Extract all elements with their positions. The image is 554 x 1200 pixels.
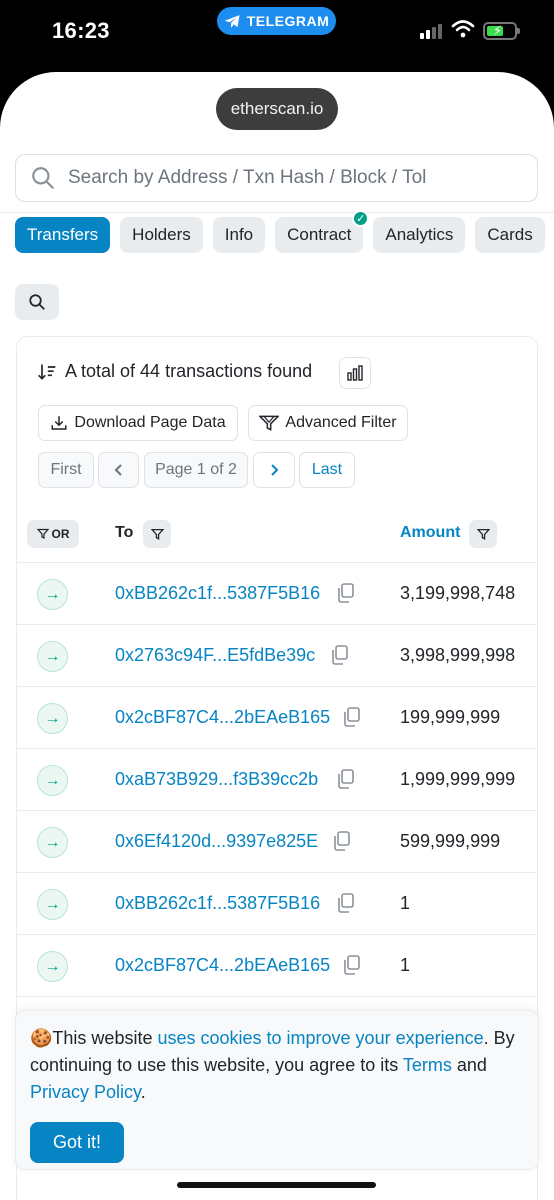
amount-filter-button[interactable]: [469, 520, 497, 548]
summary-text: A total of 44 transactions found: [65, 361, 313, 381]
amount-value: 599,999,999: [400, 831, 501, 851]
token-tabs: Transfers Holders Info Contract ✓ Analyt…: [15, 210, 545, 253]
copy-icon[interactable]: [343, 955, 361, 975]
or-label: OR: [51, 527, 70, 541]
arrow-right-icon: →: [37, 951, 68, 982]
chart-icon: [347, 365, 363, 381]
or-filter-button[interactable]: OR: [27, 520, 79, 548]
return-to-telegram-pill[interactable]: TELEGRAM: [217, 7, 336, 35]
to-address-link[interactable]: 0x2763c94F...E5fdBe39c: [115, 645, 315, 666]
arrow-right-icon: →: [37, 703, 68, 734]
table-row: → 0x2cBF87C4...2bEAeB165 1: [17, 935, 537, 997]
cellular-signal-icon: [420, 24, 442, 39]
to-address-link[interactable]: 0x2cBF87C4...2bEAeB165: [115, 955, 330, 976]
to-address-link[interactable]: 0x2cBF87C4...2bEAeB165: [115, 707, 330, 728]
table-row: → 0xBB262c1f...5387F5B16 3,199,998,748: [17, 563, 537, 625]
arrow-right-icon: →: [37, 827, 68, 858]
to-address-link[interactable]: 0xBB262c1f...5387F5B16: [115, 583, 320, 604]
filter-label: Advanced Filter: [285, 414, 397, 431]
return-app-label: TELEGRAM: [246, 13, 330, 29]
column-amount-header[interactable]: Amount: [400, 524, 460, 542]
amount-value: 1,999,999,999: [400, 769, 516, 789]
amount-value: 1: [400, 955, 411, 975]
pagination-next[interactable]: [253, 452, 295, 488]
terms-link[interactable]: Terms: [403, 1055, 452, 1075]
pagination-current-page: Page 1 of 2: [144, 452, 248, 488]
battery-charging-icon: ⚡: [483, 22, 520, 40]
search-button[interactable]: [15, 284, 59, 320]
got-it-button[interactable]: Got it!: [30, 1122, 124, 1163]
table-row: → 0xaB73B929...f3B39cc2b 1,999,999,999: [17, 749, 537, 811]
column-to-header: To: [115, 524, 134, 541]
cookie-icon: 🍪: [30, 1028, 53, 1048]
cookie-text: .: [140, 1082, 146, 1102]
table-row: → 0x6Ef4120d...9397e825E 599,999,999: [17, 811, 537, 873]
copy-icon[interactable]: [333, 831, 351, 851]
download-label: Download Page Data: [74, 414, 226, 431]
browser-page: etherscan.io Search by Address / Txn Has…: [0, 72, 554, 1200]
pagination-first[interactable]: First: [38, 452, 94, 488]
arrow-right-icon: →: [37, 889, 68, 920]
search-placeholder: Search by Address / Txn Hash / Block / T…: [68, 167, 427, 188]
amount-value: 3,998,999,998: [400, 645, 516, 665]
table-row: → 0xBB262c1f...5387F5B16 1: [17, 873, 537, 935]
to-address-link[interactable]: 0x6Ef4120d...9397e825E: [115, 831, 318, 852]
cookie-text: This website: [52, 1028, 158, 1048]
tab-info[interactable]: Info: [212, 217, 266, 253]
chevron-left-icon: [114, 464, 122, 476]
tab-contract[interactable]: Contract ✓: [275, 210, 370, 253]
copy-icon[interactable]: [331, 645, 349, 665]
search-input[interactable]: Search by Address / Txn Hash / Block / T…: [15, 154, 538, 202]
table-row: → 0x2763c94F...E5fdBe39c 3,998,999,998: [17, 625, 537, 687]
table-row: → 0x2cBF87C4...2bEAeB165 199,999,999: [17, 687, 537, 749]
check-icon: ✓: [352, 210, 370, 227]
to-address-link[interactable]: 0xaB73B929...f3B39cc2b: [115, 769, 318, 790]
tab-transfers[interactable]: Transfers: [15, 217, 111, 253]
chevron-right-icon: [271, 464, 279, 476]
advanced-filter-button[interactable]: Advanced Filter: [248, 405, 408, 441]
transactions-summary: A total of 44 transactions found: [37, 361, 312, 382]
arrow-right-icon: →: [37, 579, 68, 610]
telegram-icon: [224, 14, 240, 28]
filter-icon: [150, 528, 164, 540]
amount-value: 1: [400, 893, 411, 913]
filter-icon: [36, 528, 49, 539]
filter-icon: [259, 415, 280, 431]
status-bar: 16:23 TELEGRAM ⚡: [0, 0, 554, 70]
download-page-data-button[interactable]: Download Page Data: [38, 405, 238, 441]
pagination-last[interactable]: Last: [299, 452, 355, 488]
home-indicator[interactable]: [177, 1182, 376, 1188]
tab-holders[interactable]: Holders: [120, 217, 203, 253]
copy-icon[interactable]: [337, 893, 355, 913]
amount-value: 199,999,999: [400, 707, 501, 727]
download-icon: [51, 416, 67, 430]
cookie-policy-link[interactable]: uses cookies to improve your experience: [157, 1028, 483, 1048]
divider: [0, 212, 554, 213]
copy-icon[interactable]: [337, 583, 355, 603]
table-header: OR To Amount: [17, 505, 537, 563]
arrow-right-icon: →: [37, 765, 68, 796]
url-bar[interactable]: etherscan.io: [216, 88, 338, 130]
search-icon: [32, 167, 54, 189]
search-icon: [29, 294, 45, 310]
to-address-link[interactable]: 0xBB262c1f...5387F5B16: [115, 893, 320, 914]
amount-value: 3,199,998,748: [400, 583, 516, 603]
cookie-text: and: [451, 1055, 487, 1075]
tab-cards[interactable]: Cards: [475, 217, 545, 253]
to-filter-button[interactable]: [143, 520, 171, 548]
privacy-policy-link[interactable]: Privacy Policy: [30, 1082, 141, 1102]
cookie-banner: 🍪This website uses cookies to improve yo…: [15, 1010, 539, 1170]
wifi-icon: [451, 20, 475, 38]
arrow-right-icon: →: [37, 641, 68, 672]
copy-icon[interactable]: [337, 769, 355, 789]
filter-icon: [476, 528, 490, 540]
pagination-prev[interactable]: [98, 452, 139, 488]
tab-contract-label: Contract: [287, 225, 352, 244]
tab-analytics[interactable]: Analytics: [373, 217, 466, 253]
status-time: 16:23: [52, 18, 110, 43]
chart-button[interactable]: [339, 357, 371, 389]
sort-icon: [38, 364, 56, 380]
copy-icon[interactable]: [343, 707, 361, 727]
